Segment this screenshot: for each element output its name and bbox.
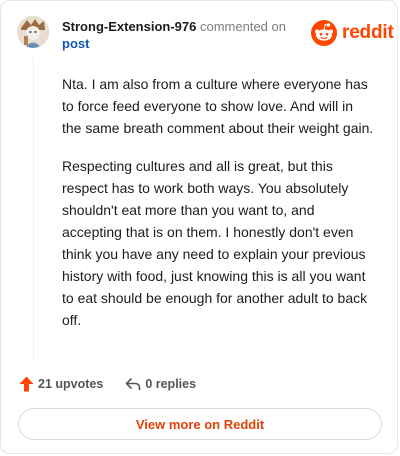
comment-paragraph-2: Respecting cultures and all is great, bu… xyxy=(62,158,368,328)
commented-on-text: commented on xyxy=(199,19,286,34)
thread-line xyxy=(33,57,34,361)
comment-body: Nta. I am also from a culture where ever… xyxy=(62,73,374,347)
comment-paragraph-1: Nta. I am also from a culture where ever… xyxy=(62,76,374,136)
avatar[interactable] xyxy=(17,16,49,48)
comment-header: Strong-Extension-976 commented on post xyxy=(62,18,292,52)
reply-arrow-icon xyxy=(126,378,141,391)
upvote-button[interactable]: 21 upvotes xyxy=(19,376,103,392)
reply-count: 0 replies xyxy=(145,377,197,391)
view-more-button[interactable]: View more on Reddit xyxy=(18,408,382,440)
post-link[interactable]: post xyxy=(62,35,292,52)
reddit-logo-icon xyxy=(311,20,337,46)
comment-card: Strong-Extension-976 commented on post r… xyxy=(0,0,398,454)
upvote-count: 21 upvotes xyxy=(38,377,104,391)
reddit-wordmark: reddit xyxy=(342,22,394,43)
reply-button[interactable]: 0 replies xyxy=(125,377,196,391)
username-link[interactable]: Strong-Extension-976 xyxy=(62,19,196,34)
comment-actions: 21 upvotes 0 replies xyxy=(19,375,196,393)
reddit-brand[interactable]: reddit xyxy=(311,19,394,47)
upvote-arrow-icon xyxy=(19,376,34,392)
